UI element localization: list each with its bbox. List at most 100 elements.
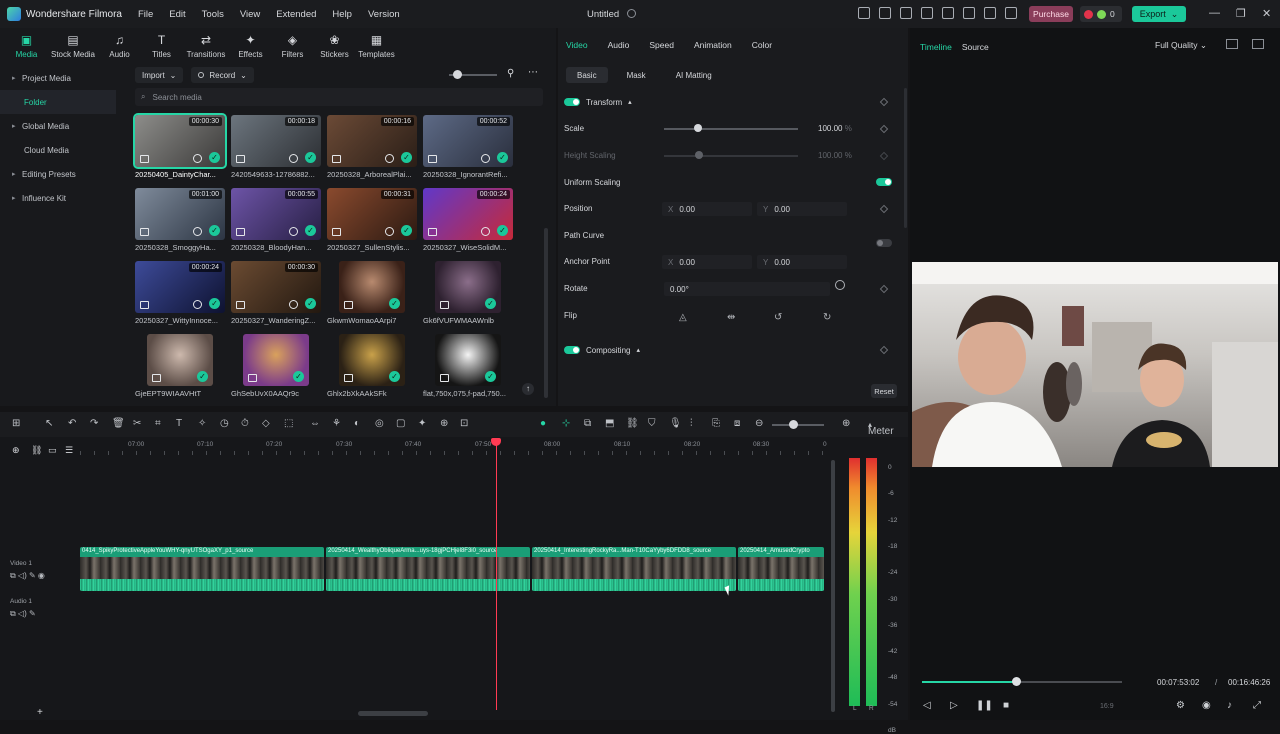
compositing-toggle[interactable] [564, 346, 580, 354]
purchase-button[interactable]: Purchase [1029, 6, 1073, 22]
close-icon[interactable]: ✕ [1262, 7, 1271, 20]
subtab-basic[interactable]: Basic [566, 67, 608, 83]
zoom-out-icon[interactable]: ⊖ [755, 418, 763, 429]
media-thumbnail[interactable]: 00:00:52 ✓ [423, 115, 513, 167]
media-thumbnail[interactable]: 00:00:18 ✓ [231, 115, 321, 167]
media-item[interactable]: 00:00:30 ✓ 20250327_WanderingZ... [231, 261, 321, 325]
reset-button[interactable]: Reset [871, 384, 897, 398]
properties-scrollbar[interactable] [904, 88, 907, 228]
speed-icon[interactable]: ◷ [220, 418, 229, 429]
menu-tools[interactable]: Tools [202, 9, 224, 20]
ai-tools-icon[interactable]: ✧ [198, 418, 206, 429]
transform-toggle[interactable] [564, 98, 580, 106]
magic-icon[interactable]: ✦ [418, 418, 426, 429]
playhead-line[interactable] [496, 440, 497, 710]
media-item[interactable]: 00:00:16 ✓ 20250328_ArborealPlai... [327, 115, 417, 179]
menu-help[interactable]: Help [332, 9, 352, 20]
media-thumbnail[interactable]: ✓ [435, 261, 501, 313]
minimize-icon[interactable]: — [1209, 7, 1220, 19]
playback-scrubber-knob[interactable] [1012, 677, 1021, 686]
media-thumbnail[interactable]: ✓ [435, 334, 501, 386]
media-item[interactable]: ✓ GjeEPT9WIAAVHtT [135, 334, 225, 398]
split-icon[interactable]: ✂ [133, 418, 141, 429]
menu-version[interactable]: Version [368, 9, 400, 20]
tab-transitions[interactable]: ⇄ Transitions [185, 28, 227, 64]
layout-grid-icon[interactable]: ⊞ [12, 418, 20, 429]
tab-stickers[interactable]: ❀ Stickers [316, 28, 353, 64]
media-thumbnail[interactable]: ✓ [147, 334, 213, 386]
media-thumbnail[interactable]: 00:00:24 ✓ [423, 188, 513, 240]
path-curve-toggle[interactable] [876, 239, 892, 247]
maximize-icon[interactable]: ❐ [1236, 7, 1246, 20]
redo-icon[interactable]: ↷ [90, 418, 98, 429]
anchor-y-field[interactable]: Y 0.00 [757, 255, 847, 269]
transform-tool-icon[interactable]: ⬚ [284, 418, 293, 429]
voiceover-icon[interactable]: 🎙 [669, 418, 682, 429]
scroll-to-top-icon[interactable]: ↑ [522, 383, 534, 395]
quality-dropdown[interactable]: Full Quality ⌄ [1155, 40, 1207, 51]
media-thumbnail[interactable]: 00:01:00 ✓ [135, 188, 225, 240]
record-button[interactable]: Record ⌄ [191, 67, 254, 83]
media-thumbnail[interactable]: 00:00:16 ✓ [327, 115, 417, 167]
tab-source-preview[interactable]: Source [962, 42, 989, 52]
tab-animation[interactable]: Animation [694, 40, 732, 50]
link-tracks-icon[interactable]: ⛓ [31, 445, 42, 456]
marker-icon[interactable]: ⛉ [648, 418, 656, 429]
tab-timeline-preview[interactable]: Timeline [920, 42, 952, 52]
tab-audio-props[interactable]: Audio [608, 40, 630, 50]
filter-icon[interactable]: ⚲ [507, 68, 514, 79]
sidebar-item-folder[interactable]: Folder [0, 90, 116, 114]
export-button[interactable]: Export ⌄ [1132, 6, 1186, 22]
media-item[interactable]: 00:00:55 ✓ 20250328_BloodyHan... [231, 188, 321, 252]
media-item[interactable]: ✓ GhSebUvX0AAQr9c [231, 334, 321, 398]
scale-slider[interactable] [664, 128, 798, 130]
timeline-vertical-scrollbar[interactable] [831, 460, 835, 712]
media-thumbnail[interactable]: 00:00:24 ✓ [135, 261, 225, 313]
thumbnail-size-knob[interactable] [453, 70, 462, 79]
apps-icon[interactable] [1005, 7, 1017, 19]
search-media-input[interactable]: ⌕ Search media [135, 88, 543, 106]
screen-icon[interactable]: ⊡ [460, 418, 468, 429]
video-preview-frame[interactable] [912, 262, 1278, 467]
support-icon[interactable] [984, 7, 996, 19]
scale-slider-knob[interactable] [693, 124, 702, 132]
menu-view[interactable]: View [240, 9, 260, 20]
subtab-ai-matting[interactable]: AI Matting [665, 67, 723, 83]
share-icon[interactable] [879, 7, 891, 19]
snapshot-icon[interactable]: ◉ [1202, 700, 1211, 711]
timeline-ruler[interactable]: 07:00 07:10 07:20 07:30 07:40 07:50 08:0… [80, 441, 830, 455]
rotate-right-icon[interactable]: ↻ [823, 312, 831, 323]
audio-mixer-icon[interactable]: ⫶ [690, 418, 693, 429]
media-item[interactable]: 00:01:00 ✓ 20250328_SmoggyHa... [135, 188, 225, 252]
feedback-icon[interactable] [900, 7, 912, 19]
meter-toggle[interactable]: Meter ▴ [868, 420, 894, 437]
track-manager-icon[interactable]: ▭ [48, 445, 57, 456]
layout-icon[interactable] [921, 7, 933, 19]
media-item[interactable]: 00:00:24 ✓ 20250327_WittyInnoce... [135, 261, 225, 325]
tab-speed[interactable]: Speed [649, 40, 674, 50]
snapshot-layout-icon[interactable] [1226, 39, 1238, 49]
stop-icon[interactable]: ■ [1003, 700, 1009, 711]
sidebar-item-global-media[interactable]: ▸ Global Media [0, 114, 116, 138]
timeline-clip[interactable]: 20250414_InterestingRockyRa...Man-T10CaY… [532, 547, 736, 591]
timeline-zoom-slider[interactable] [772, 424, 824, 426]
more-options-icon[interactable]: ⋯ [528, 67, 538, 78]
media-thumbnail[interactable]: 00:00:31 ✓ [327, 188, 417, 240]
timeline-clip[interactable]: 0414_SpikyProtectiveAppleYouWHY-qnyUTSOg… [80, 547, 324, 591]
credits-badge[interactable]: 0 [1080, 6, 1122, 22]
tab-stock-media[interactable]: ▤ Stock Media [50, 28, 96, 64]
scale-value[interactable]: 100.00 % [818, 124, 852, 133]
rotate-field[interactable]: 0.00° [664, 282, 830, 296]
captions-icon[interactable]: ☰ [65, 445, 73, 456]
keyframe-tool-icon[interactable]: ◇ [262, 418, 270, 429]
timeline-clip[interactable]: 20250414_AmusedCrypto [738, 547, 824, 591]
fullscreen-icon[interactable]: ⤢ [1253, 700, 1261, 711]
pause-icon[interactable]: ❚❚ [976, 700, 993, 711]
media-thumbnail[interactable]: ✓ [243, 334, 309, 386]
stabilize-icon[interactable]: ⊕ [440, 418, 448, 429]
tab-filters[interactable]: ◈ Filters [274, 28, 311, 64]
flip-horizontal-icon[interactable]: ⇹ [727, 312, 735, 323]
media-item[interactable]: ✓ GkwmWomaoAArpi7 [327, 261, 417, 325]
preview-grid-icon[interactable] [1252, 39, 1264, 49]
import-button[interactable]: Import ⌄ [135, 67, 184, 83]
